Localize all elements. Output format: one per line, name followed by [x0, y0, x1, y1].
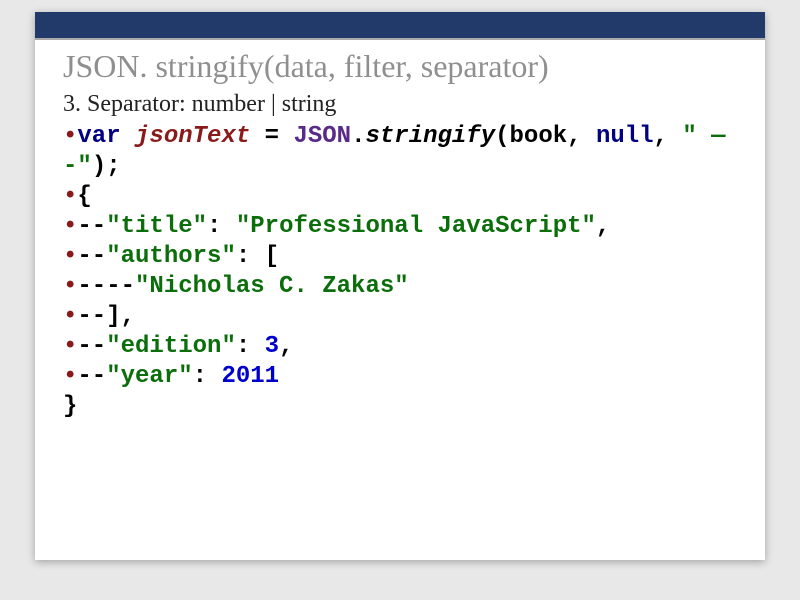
bullet-icon: • [63, 243, 77, 270]
code-block: •var jsonText = JSON.stringify(book, nul… [63, 122, 737, 422]
variable-name: jsonText [135, 123, 250, 150]
class-name: JSON [293, 123, 351, 150]
bullet-icon: • [63, 303, 77, 330]
json-value-year: 2011 [221, 363, 279, 390]
code-line-1: •var jsonText = JSON.stringify(book, nul… [63, 122, 737, 182]
slide-subtitle: 3. Separator: number | string [63, 91, 737, 118]
json-value-author: "Nicholas C. Zakas" [135, 273, 409, 300]
bullet-icon: • [63, 213, 77, 240]
keyword-null: null [596, 123, 654, 150]
keyword-var: var [77, 123, 120, 150]
slide-frame: JSON. stringify(data, filter, separator)… [0, 0, 800, 600]
code-line-2: •{ [63, 182, 737, 212]
slide-content: JSON. stringify(data, filter, separator)… [35, 40, 765, 422]
json-key-year: "year" [106, 363, 192, 390]
slide: JSON. stringify(data, filter, separator)… [35, 12, 765, 560]
json-value-title: "Professional JavaScript" [236, 213, 596, 240]
bullet-icon: • [63, 333, 77, 360]
code-line-6: •--], [63, 302, 737, 332]
code-line-5: •----"Nicholas C. Zakas" [63, 272, 737, 302]
slide-top-bar [35, 12, 765, 40]
code-line-4: •--"authors": [ [63, 242, 737, 272]
bullet-icon: • [63, 183, 77, 210]
code-line-9: } [63, 392, 737, 422]
bullet-icon: • [63, 123, 77, 150]
json-key-title: "title" [106, 213, 207, 240]
slide-title: JSON. stringify(data, filter, separator) [63, 48, 737, 85]
json-key-authors: "authors" [106, 243, 236, 270]
bullet-icon: • [63, 363, 77, 390]
json-value-edition: 3 [265, 333, 279, 360]
function-name: stringify [365, 123, 495, 150]
code-line-8: •--"year": 2011 [63, 362, 737, 392]
bullet-icon: • [63, 273, 77, 300]
code-line-3: •--"title": "Professional JavaScript", [63, 212, 737, 242]
json-key-edition: "edition" [106, 333, 236, 360]
code-line-7: •--"edition": 3, [63, 332, 737, 362]
